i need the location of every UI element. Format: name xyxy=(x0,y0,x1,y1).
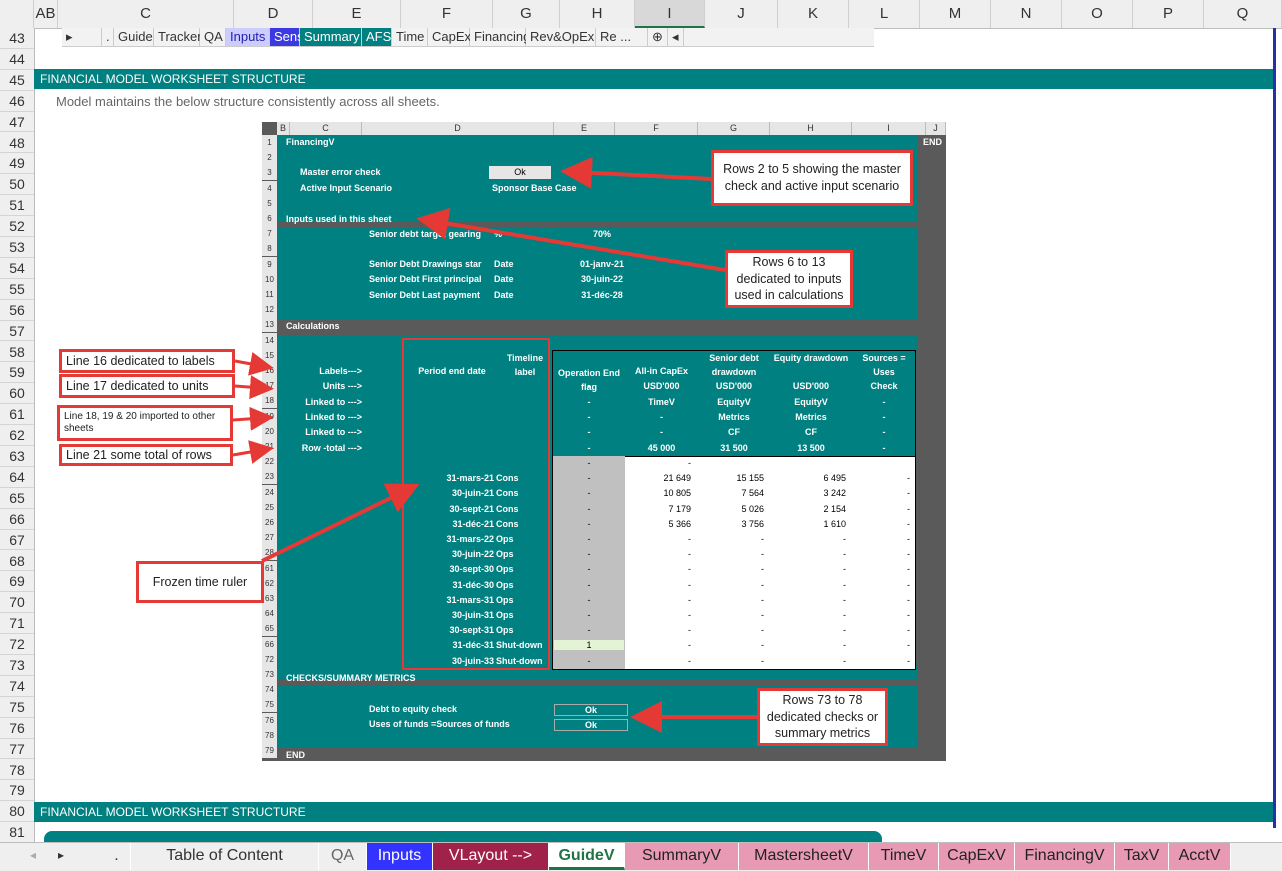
sheet-tab-taxv[interactable]: TaxV xyxy=(1115,843,1169,870)
sheet-tab--[interactable]: . xyxy=(103,843,131,870)
tab-prev-icon[interactable]: ◂ xyxy=(30,848,36,862)
arrow-master xyxy=(560,156,712,189)
sheet-tab-timev[interactable]: TimeV xyxy=(869,843,939,870)
sheet-tab-qa[interactable]: QA xyxy=(319,843,367,870)
sheet-tab-bar: ◂ ▸ . Table of Content QA Inputs VLayout -->… xyxy=(0,842,1282,871)
sheet-tab-acctv[interactable]: AcctV xyxy=(1169,843,1231,870)
sheet-tab-vlayout-[interactable]: VLayout --> xyxy=(433,843,549,870)
sheet-tab-summaryv[interactable]: SummaryV xyxy=(625,843,739,870)
sheet-tab-mastersheetv[interactable]: MastersheetV xyxy=(739,843,869,870)
arrows-overlay xyxy=(232,156,757,733)
arrow-ruler xyxy=(261,483,420,563)
sheet-tab-table-of-content[interactable]: Table of Content xyxy=(131,843,319,870)
sheet-tab-capexv[interactable]: CapExV xyxy=(939,843,1015,870)
window-border xyxy=(1273,28,1276,828)
tab-next-icon[interactable]: ▸ xyxy=(58,848,64,862)
sheet-tab-financingv[interactable]: FinancingV xyxy=(1015,843,1115,870)
sheet-tab-guidev[interactable]: GuideV xyxy=(549,843,625,870)
arrow-inputs xyxy=(416,207,726,272)
sheet-tab-inputs[interactable]: Inputs xyxy=(367,843,433,870)
